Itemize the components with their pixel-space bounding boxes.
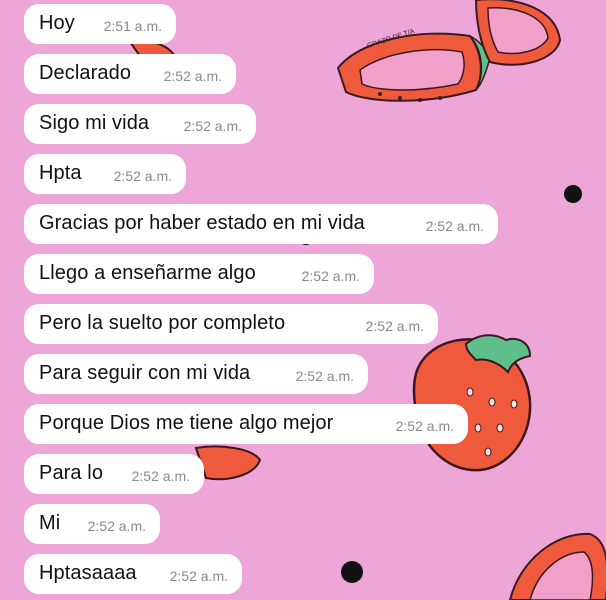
- message-timestamp: 2:52 a.m.: [183, 118, 242, 134]
- message-text: Para seguir con mi vida: [39, 362, 251, 384]
- message-bubble[interactable]: Gracias por haber estado en mi vida 2:52 …: [24, 204, 498, 244]
- message-timestamp: 2:52 a.m.: [163, 68, 222, 84]
- message-bubble[interactable]: Declarado 2:52 a.m.: [24, 54, 236, 94]
- message-text: Porque Dios me tiene algo mejor: [39, 412, 334, 434]
- message-text: Para lo: [39, 462, 104, 484]
- message-timestamp: 2:52 a.m.: [395, 418, 454, 434]
- message-timestamp: 2:52 a.m.: [87, 518, 146, 534]
- message-bubble[interactable]: Porque Dios me tiene algo mejor 2:52 a.m.: [24, 404, 468, 444]
- message-text: Hoy: [39, 12, 75, 34]
- message-text: Hpta: [39, 162, 82, 184]
- message-timestamp: 2:51 a.m.: [103, 18, 162, 34]
- message-timestamp: 2:52 a.m.: [301, 268, 360, 284]
- message-text: Mi: [39, 512, 61, 534]
- message-text: Gracias por haber estado en mi vida: [39, 212, 365, 234]
- message-bubble[interactable]: Para lo 2:52 a.m.: [24, 454, 204, 494]
- message-timestamp: 2:52 a.m.: [169, 568, 228, 584]
- message-bubble[interactable]: Hoy 2:51 a.m.: [24, 4, 176, 44]
- message-text: Llego a enseñarme algo: [39, 262, 256, 284]
- message-timestamp: 2:52 a.m.: [113, 168, 172, 184]
- message-timestamp: 2:52 a.m.: [365, 318, 424, 334]
- message-timestamp: 2:52 a.m.: [295, 368, 354, 384]
- message-text: Hptasaaaa: [39, 562, 137, 584]
- message-bubble[interactable]: Sigo mi vida 2:52 a.m.: [24, 104, 256, 144]
- chat-message-list[interactable]: Hoy 2:51 a.m. Declarado 2:52 a.m. Sigo mi vi…: [0, 0, 606, 600]
- message-bubble[interactable]: Pero la suelto por completo 2:52 a.m.: [24, 304, 438, 344]
- message-timestamp: 2:52 a.m.: [131, 468, 190, 484]
- message-text: Sigo mi vida: [39, 112, 150, 134]
- message-bubble[interactable]: Hptasaaaa 2:52 a.m.: [24, 554, 242, 594]
- message-bubble[interactable]: Hpta 2:52 a.m.: [24, 154, 186, 194]
- message-text: Pero la suelto por completo: [39, 312, 286, 334]
- message-timestamp: 2:52 a.m.: [425, 218, 484, 234]
- message-bubble[interactable]: Para seguir con mi vida 2:52 a.m.: [24, 354, 368, 394]
- message-text: Declarado: [39, 62, 132, 84]
- message-bubble[interactable]: Llego a enseñarme algo 2:52 a.m.: [24, 254, 374, 294]
- message-bubble[interactable]: Mi 2:52 a.m.: [24, 504, 160, 544]
